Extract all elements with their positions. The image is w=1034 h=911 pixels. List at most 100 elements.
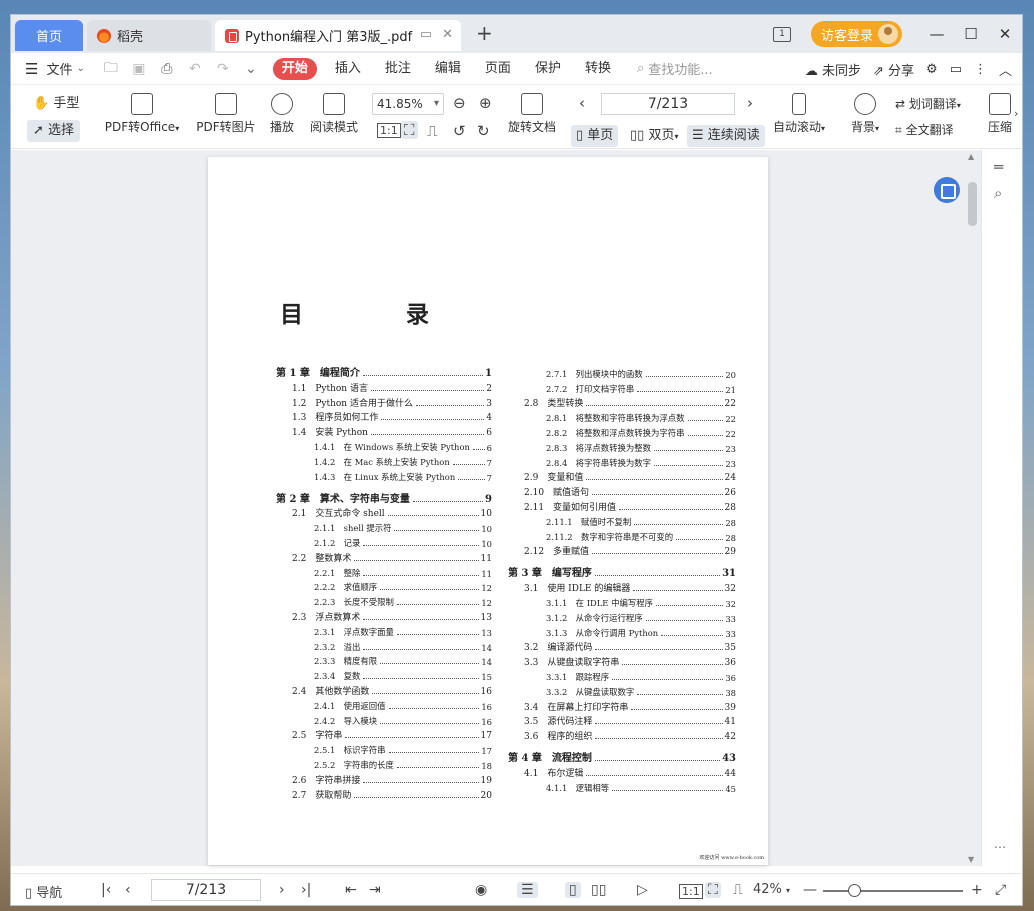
rotate-document-button[interactable]: 旋转文档 [505, 93, 559, 135]
toc-entry[interactable]: 2.3.3 精度有限 14 [276, 653, 492, 667]
forward-icon[interactable]: ⇥ [369, 882, 381, 898]
menu-tab-annotate[interactable]: 批注 [373, 58, 423, 80]
next-page-icon[interactable]: › [747, 94, 753, 112]
toc-entry[interactable]: 2.5.2 字符串的长度 18 [276, 756, 492, 771]
toc-entry[interactable]: 3.2 编译源代码 35 [508, 639, 736, 653]
toc-entry[interactable]: 2.3.4 复数 15 [276, 667, 492, 682]
toc-entry[interactable]: 2.7 获取帮助 20 [276, 786, 492, 801]
background-button[interactable]: 背景▾ [847, 93, 883, 135]
prev-page-icon[interactable]: ‹ [579, 94, 585, 112]
toc-entry[interactable]: 2.4.2 导入模块 16 [276, 712, 492, 727]
toc-entry[interactable]: 2.8.2 将整数和浮点数转换为字符串 22 [508, 424, 736, 439]
toc-entry[interactable]: 2.4 其他数学函数 16 [276, 682, 492, 697]
toc-entry[interactable]: 2.4.1 使用返回值 16 [276, 697, 492, 712]
reader-mode-icon[interactable]: 1 [772, 26, 791, 42]
toc-entry[interactable]: 1.4.2 在 Mac 系统上安装 Python 7 [276, 453, 492, 468]
tab-document[interactable]: Python编程入门 第3版_.pdf ▭ ✕ [215, 20, 461, 51]
toc-entry[interactable]: 2.8.4 将字符串转换为数字 23 [508, 454, 736, 469]
open-folder-icon[interactable]: 🗀 [99, 57, 123, 81]
toc-entry[interactable]: 2.1 交互式命令 shell 10 [276, 505, 492, 519]
menu-tab-edit[interactable]: 编辑 [423, 58, 473, 80]
continuous-status-icon[interactable]: ☰ [517, 882, 538, 898]
page-input[interactable]: 7/213 [601, 93, 735, 115]
continuous-read-button[interactable]: ☰ 连续阅读 [687, 125, 765, 147]
menu-tab-protect[interactable]: 保护 [523, 58, 573, 80]
next-page-status-icon[interactable]: › [279, 882, 285, 898]
scrollbar-thumb[interactable] [968, 182, 977, 226]
toc-entry[interactable]: 3.3.2 从键盘读取数字 38 [508, 683, 736, 698]
document-viewport[interactable]: 目 录 第 1 章 编程简介 1 1.1 Python 语言 2 1.2 Python … [11, 150, 1022, 866]
menu-tab-insert[interactable]: 插入 [323, 58, 373, 80]
toc-entry[interactable]: 2.2.1 整除 11 [276, 564, 492, 579]
toc-entry[interactable]: 2.5 字符串 17 [276, 727, 492, 741]
single-page-status-icon[interactable]: ▯ [565, 882, 581, 898]
toc-entry[interactable]: 3.1.2 从命令行运行程序 33 [508, 609, 736, 624]
play-status-icon[interactable]: ▷ [637, 882, 648, 898]
function-search[interactable]: ⌕ 查找功能... [637, 59, 713, 78]
toc-entry[interactable]: 2.11 变量如何引用值 28 [508, 498, 736, 513]
toc-entry[interactable]: 2.3.1 浮点数字面量 13 [276, 623, 492, 638]
vertical-scrollbar[interactable]: ▲ ▼ [966, 150, 980, 866]
toc-entry[interactable]: 第 1 章 编程简介 1 [276, 357, 492, 379]
status-page-input[interactable]: 7/213 [151, 879, 261, 901]
toc-entry[interactable]: 2.7.2 打印文档字符串 21 [508, 380, 736, 395]
zoom-out-icon[interactable]: ⊖ [453, 94, 466, 112]
login-button[interactable]: 访客登录 [810, 21, 902, 47]
close-tab-icon[interactable]: ✕ [442, 27, 453, 42]
pin-icon[interactable]: ▭ [420, 27, 432, 42]
select-tool-button[interactable]: ➚ 选择 [27, 120, 81, 142]
settings-icon[interactable]: ⚙ [926, 62, 938, 77]
save-icon[interactable]: ▣ [127, 61, 151, 77]
scroll-down-icon[interactable]: ▼ [968, 855, 974, 864]
full-translate-button[interactable]: ⌗ 全文翻译 [895, 121, 979, 138]
prev-page-status-icon[interactable]: ‹ [125, 882, 131, 898]
undo-icon[interactable]: ↶ [183, 61, 207, 77]
nav-button[interactable]: ▯ 导航 [25, 882, 62, 901]
fit-width-status-icon[interactable]: ⎍ [733, 882, 743, 898]
tab-home[interactable]: 首页 [15, 20, 83, 51]
fullscreen-icon[interactable]: ⤢ [995, 882, 1006, 898]
pdf-to-image-button[interactable]: PDF转图片 [195, 93, 257, 135]
eye-protect-icon[interactable]: ◉ [475, 882, 487, 898]
toc-entry[interactable]: 2.11.2 数字和字符串是不可变的 28 [508, 528, 736, 543]
toc-entry[interactable]: 3.3.1 跟踪程序 36 [508, 668, 736, 683]
print-icon[interactable]: ⎙ [155, 61, 179, 77]
actual-size-icon[interactable]: 1:1 [377, 123, 401, 138]
menu-tab-convert[interactable]: 转换 [573, 58, 623, 80]
zoom-select[interactable]: 41.85% [372, 93, 444, 115]
auto-scroll-button[interactable]: 自动滚动▾ [769, 93, 829, 135]
rotate-right-icon[interactable]: ↻ [477, 122, 490, 140]
toc-entry[interactable]: 2.8.1 将整数和字符串转换为浮点数 22 [508, 409, 736, 424]
toc-entry[interactable]: 1.1 Python 语言 2 [276, 379, 492, 394]
quick-access-more-icon[interactable]: ⌄ [239, 61, 263, 77]
toc-entry[interactable]: 3.1 使用 IDLE 的编辑器 32 [508, 579, 736, 594]
panel-more-icon[interactable]: ⋯ [994, 840, 1006, 854]
toc-entry[interactable]: 2.8 类型转换 22 [508, 395, 736, 409]
toc-entry[interactable]: 3.4 在屏幕上打印字符串 39 [508, 698, 736, 713]
first-page-icon[interactable]: |‹ [101, 882, 111, 898]
zoom-slider-knob[interactable] [848, 884, 861, 897]
minimize-icon[interactable]: — [920, 25, 954, 43]
toc-entry[interactable]: 2.2.3 长度不受限制 12 [276, 593, 492, 608]
toc-entry[interactable]: 2.10 赋值语句 26 [508, 483, 736, 498]
toc-entry[interactable]: 3.1.3 从命令行调用 Python 33 [508, 624, 736, 639]
double-page-status-icon[interactable]: ▯▯ [591, 882, 606, 898]
word-translate-button[interactable]: ⇄ 划词翻译▾ [895, 95, 979, 112]
collapse-ribbon-icon[interactable]: ︿ [999, 60, 1012, 79]
more-icon[interactable]: ⋮ [974, 62, 987, 77]
pdf-to-office-button[interactable]: PDF转Office▾ [103, 93, 181, 135]
redo-icon[interactable]: ↷ [211, 61, 235, 77]
toc-entry[interactable]: 2.2 整数算术 11 [276, 549, 492, 564]
rotate-left-icon[interactable]: ↺ [453, 122, 466, 140]
scroll-up-icon[interactable]: ▲ [968, 152, 974, 161]
toc-entry[interactable]: 3.5 源代码注释 41 [508, 713, 736, 727]
toc-entry[interactable]: 2.5.1 标识字符串 17 [276, 741, 492, 756]
panel-menu-icon[interactable]: ═ [994, 158, 1003, 176]
floating-tool-button[interactable] [934, 177, 960, 203]
back-icon[interactable]: ⇤ [345, 882, 357, 898]
single-page-button[interactable]: ▯ 单页 [571, 125, 619, 147]
toc-entry[interactable]: 1.3 程序员如何工作 4 [276, 409, 492, 423]
toc-entry[interactable]: 2.1.1 shell 提示符 10 [276, 519, 492, 534]
chevron-down-icon[interactable]: ⌄ [76, 63, 84, 74]
toc-entry[interactable]: 1.4 安装 Python 6 [276, 423, 492, 438]
